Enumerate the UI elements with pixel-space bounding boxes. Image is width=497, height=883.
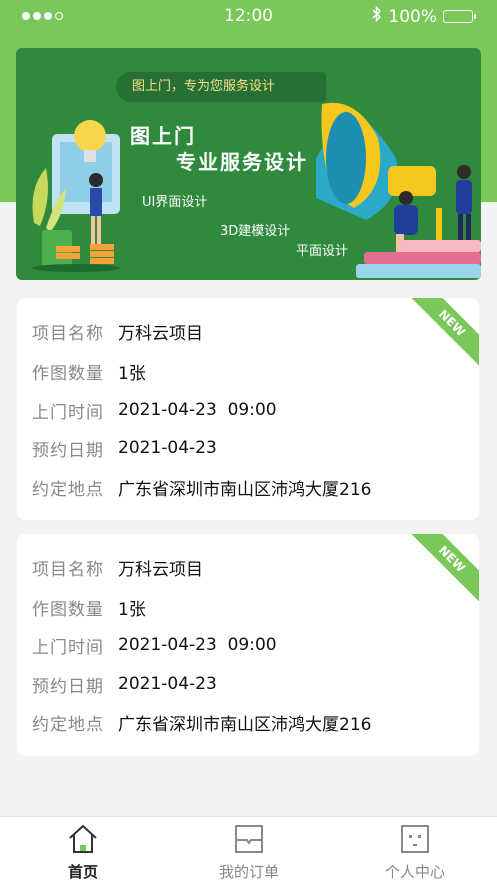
field-location: 约定地点 广东省深圳市南山区沛鸿大厦216 [32,710,372,735]
order-icon [233,823,265,859]
tab-profile[interactable]: 个人中心 [332,817,497,883]
order-card[interactable]: NEW 项目名称 万科云项目 作图数量 1张 上门时间 2021-04-23 0… [17,298,479,520]
profile-icon [399,823,431,859]
field-quantity: 作图数量 1张 [32,595,146,620]
field-booking-date: 预约日期 2021-04-23 [32,436,217,461]
field-value: 2021-04-23 09:00 [118,635,277,655]
field-visit-time: 上门时间 2021-04-23 09:00 [32,633,277,658]
field-label: 项目名称 [32,559,104,580]
field-label: 项目名称 [32,323,104,344]
battery-icon [443,10,476,23]
new-badge: NEW [398,298,479,377]
field-label: 上门时间 [32,637,104,658]
field-label: 作图数量 [32,599,104,620]
field-booking-date: 预约日期 2021-04-23 [32,672,217,697]
field-label: 预约日期 [32,676,104,697]
tab-label: 首页 [67,863,98,881]
tab-label: 个人中心 [384,863,445,881]
field-label: 约定地点 [32,479,104,500]
home-icon [67,823,99,859]
bluetooth-icon [372,5,382,27]
field-value: 万科云项目 [118,323,203,344]
banner-title-line2: 专业服务设计 [176,150,308,174]
promo-banner[interactable]: 图上门，专为您服务设计 图上门 专业服务设计 UI界面设计 3D建模设计 平面设… [16,48,481,280]
field-visit-time: 上门时间 2021-04-23 09:00 [32,398,277,423]
field-value: 1张 [118,363,146,384]
bottom-tab-bar: 首页 我的订单 个人中心 [0,816,497,883]
field-value: 1张 [118,599,146,620]
banner-tagline: 图上门，专为您服务设计 [116,72,326,102]
field-value: 万科云项目 [118,559,203,580]
banner-service-ui: UI界面设计 [142,195,208,210]
field-value: 广东省深圳市南山区沛鸿大厦216 [118,479,372,500]
field-quantity: 作图数量 1张 [32,359,146,384]
field-project-name: 项目名称 万科云项目 [32,555,203,580]
order-card[interactable]: NEW 项目名称 万科云项目 作图数量 1张 上门时间 2021-04-23 0… [17,534,479,756]
field-project-name: 项目名称 万科云项目 [32,319,203,344]
field-value: 2021-04-23 [118,674,217,694]
field-label: 预约日期 [32,440,104,461]
battery-percent: 100% [388,6,437,27]
field-location: 约定地点 广东省深圳市南山区沛鸿大厦216 [32,475,372,500]
tab-home[interactable]: 首页 [0,817,166,883]
status-bar: 12:00 100% [0,0,497,34]
field-label: 上门时间 [32,402,104,423]
field-label: 作图数量 [32,363,104,384]
field-value: 广东省深圳市南山区沛鸿大厦216 [118,714,372,735]
banner-service-graphic: 平面设计 [296,244,349,259]
field-value: 2021-04-23 [118,438,217,458]
field-value: 2021-04-23 09:00 [118,400,277,420]
new-badge: NEW [398,534,479,613]
tab-my-orders[interactable]: 我的订单 [166,817,332,883]
field-label: 约定地点 [32,714,104,735]
banner-service-3d: 3D建模设计 [220,224,291,239]
tab-label: 我的订单 [218,863,279,881]
banner-title-line1: 图上门 [130,124,196,148]
